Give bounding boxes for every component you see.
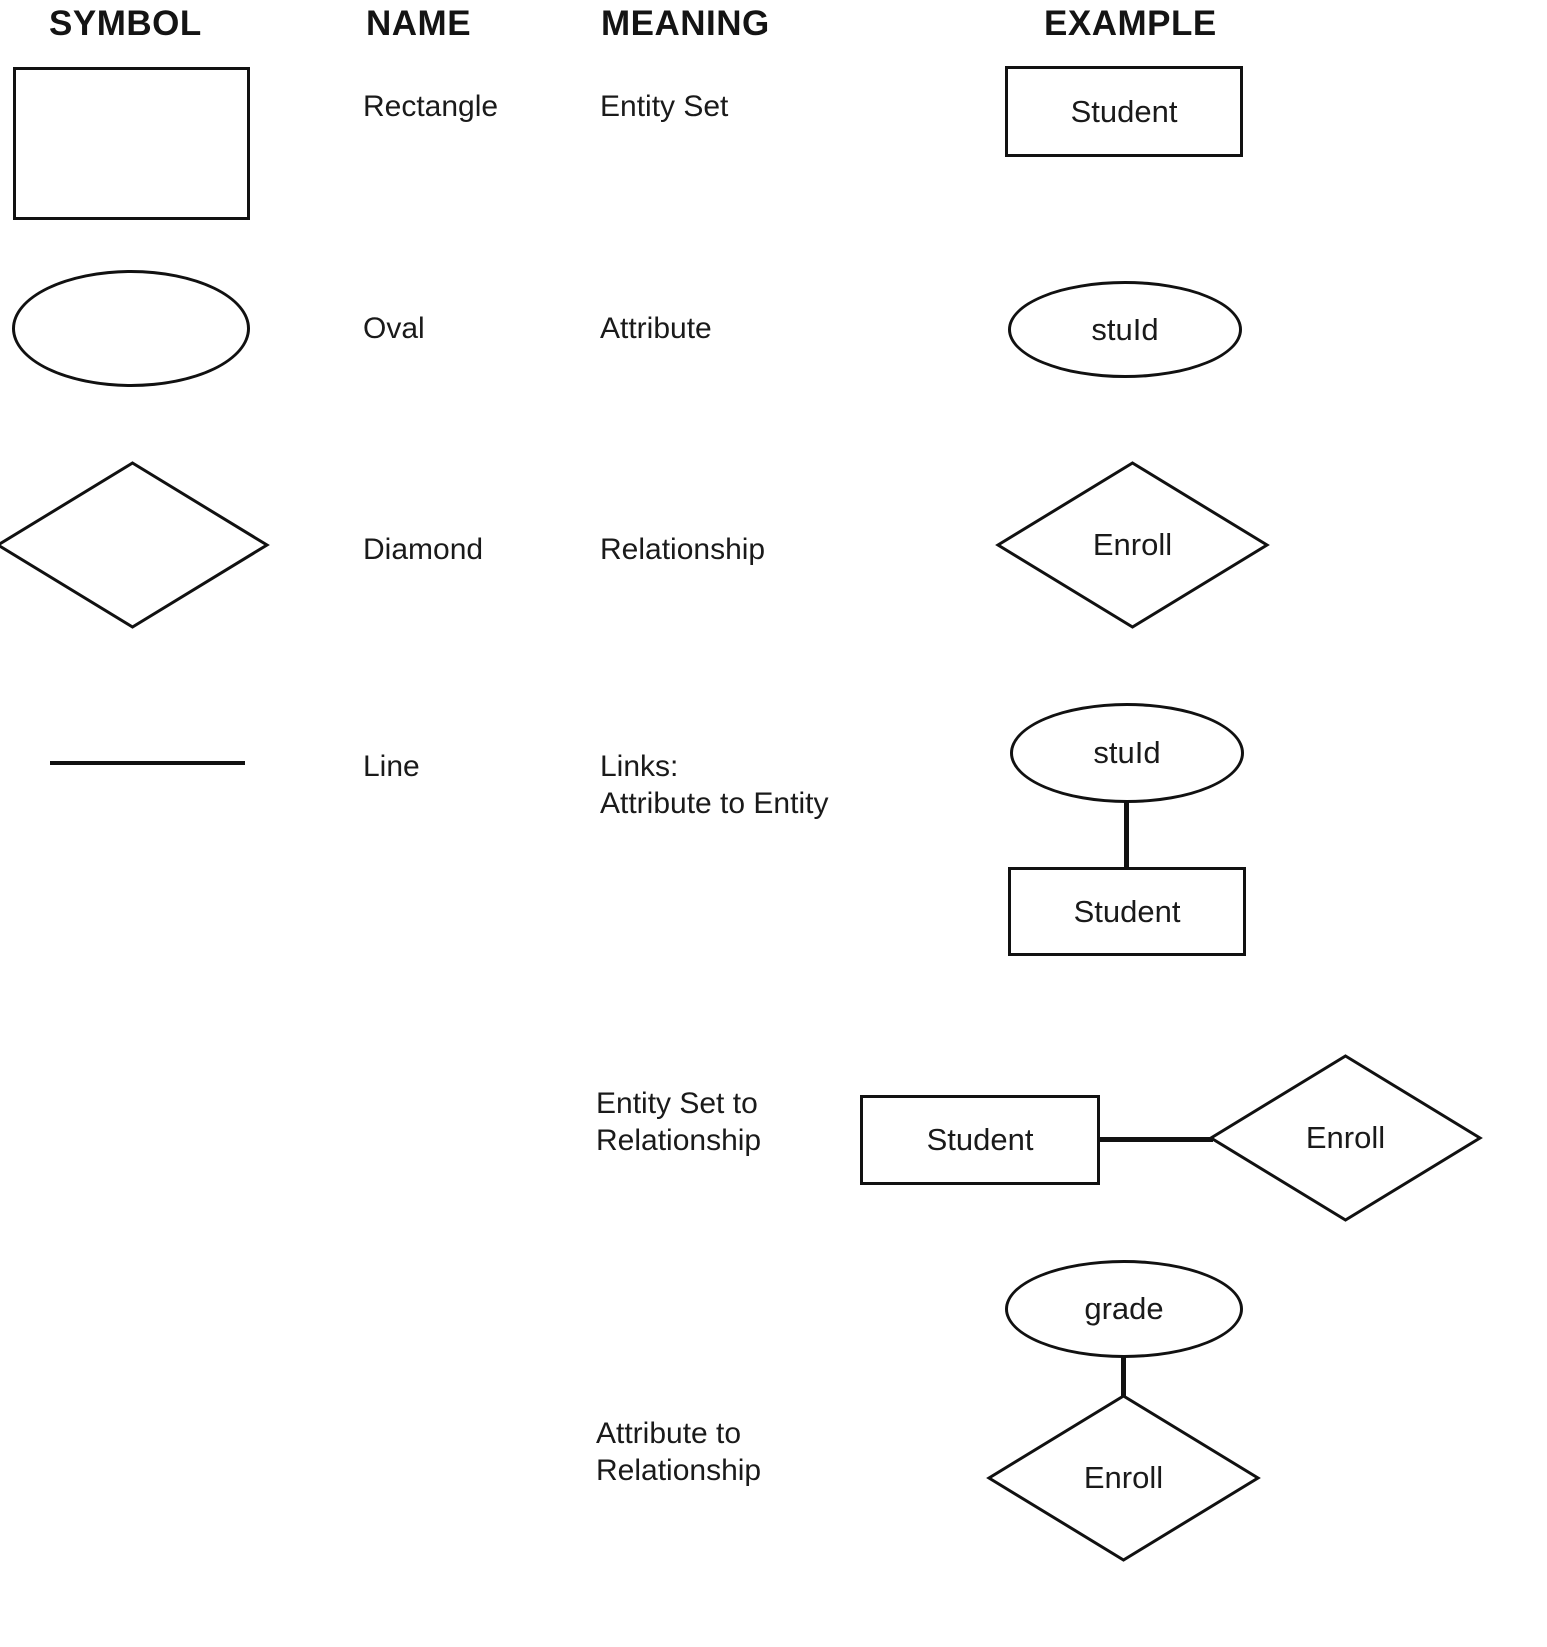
connector-attribute-to-entity [1124,800,1129,870]
column-header-symbol: SYMBOL [49,4,202,43]
row-meaning-entity-set: Entity Set [600,90,729,123]
example-link-entity-box: Student [1008,867,1246,956]
example-link-attribute-oval-label: stuId [1093,735,1161,770]
row-meaning-links-attribute-entity: Links: Attribute to Entity [600,750,829,820]
example-entityrel-student-label: Student [926,1122,1034,1157]
example-entity-student-label: Student [1070,93,1178,129]
er-notation-legend: SYMBOL NAME MEANING EXAMPLE Rectangle En… [0,0,1547,1647]
example-link-entity-box-label: Student [1073,893,1181,929]
connector-entity-to-relationship [1098,1137,1213,1142]
row-meaning-relationship: Relationship [600,533,766,566]
example-relationship-enroll-diamond: Enroll [995,460,1270,630]
row-name-diamond: Diamond [363,533,484,566]
symbol-oval [12,270,250,387]
example-attrrel-grade-label: grade [1084,1291,1164,1326]
column-header-name: NAME [366,4,472,43]
row-name-line: Line [363,750,420,783]
example-attrrel-grade-oval: grade [1005,1260,1243,1358]
column-header-example: EXAMPLE [1044,4,1217,43]
row-name-oval: Oval [363,312,425,345]
row-name-rectangle: Rectangle [363,90,499,123]
symbol-line [50,761,245,765]
row-meaning-attribute-to-relationship: Attribute to Relationship [596,1417,762,1487]
example-attribute-stuid-label: stuId [1091,311,1159,347]
row-meaning-entity-set-to-relationship: Entity Set to Relationship [596,1087,762,1157]
row-meaning-attribute: Attribute [600,312,712,345]
example-entity-student-box: Student [1005,66,1243,157]
column-header-meaning: MEANING [601,4,770,43]
example-link-attribute-oval: stuId [1010,703,1244,803]
symbol-diamond [0,460,270,630]
example-attribute-stuid-oval: stuId [1008,281,1242,378]
example-entityrel-enroll-diamond: Enroll [1208,1053,1483,1223]
example-entityrel-student-box: Student [860,1095,1100,1185]
symbol-rectangle [13,67,250,220]
example-attrrel-enroll-diamond: Enroll [986,1393,1261,1563]
